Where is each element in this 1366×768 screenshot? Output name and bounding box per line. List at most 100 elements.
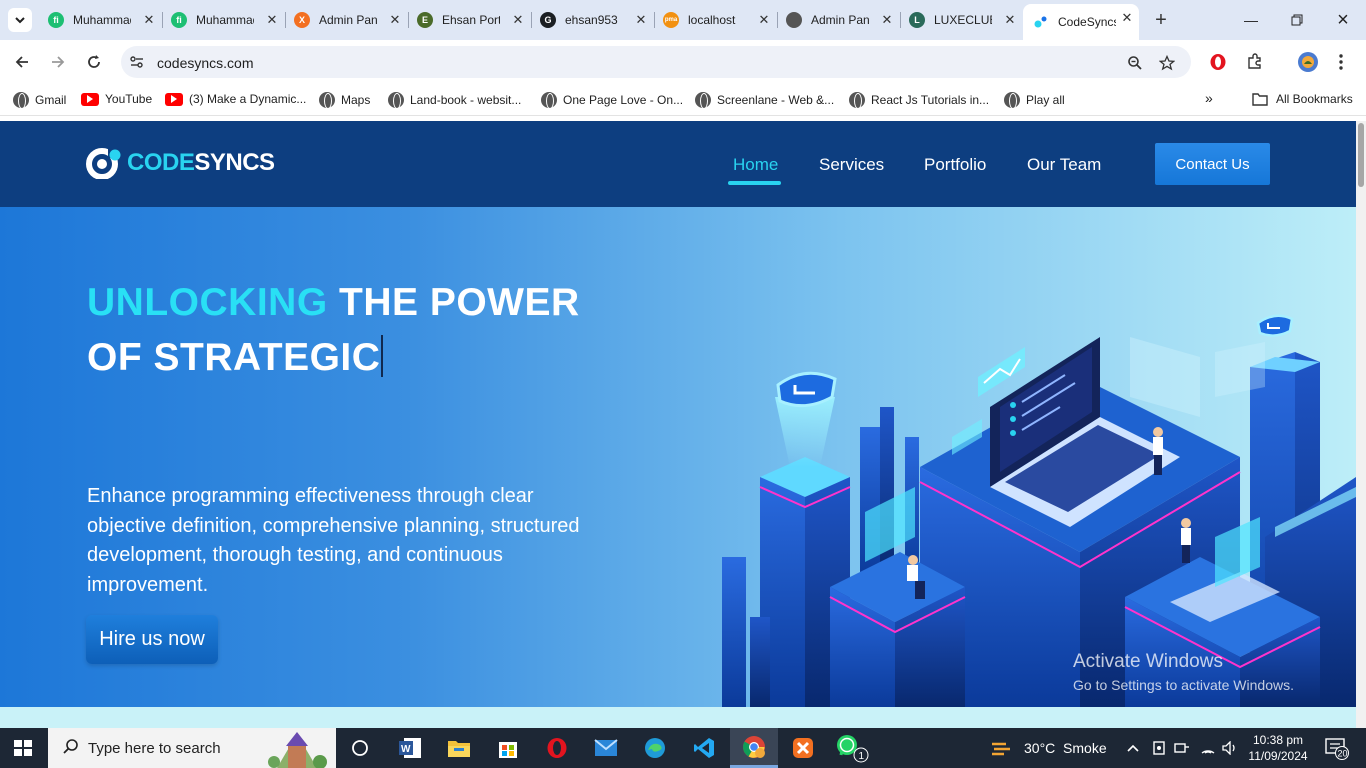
taskbar-file-explorer[interactable]: [435, 728, 483, 768]
tab-search-button[interactable]: [8, 8, 32, 32]
bookmark-item[interactable]: React Js Tutorials in...: [849, 92, 989, 109]
page-scrollbar[interactable]: [1356, 121, 1366, 728]
chrome-menu-icon[interactable]: [1331, 52, 1351, 72]
close-window-button[interactable]: ×: [1333, 9, 1353, 31]
bookmark-label: Maps: [341, 93, 371, 107]
opera-extension-icon[interactable]: [1208, 52, 1228, 72]
nav-active-indicator: [728, 181, 781, 185]
bookmark-item[interactable]: Gmail: [13, 92, 67, 109]
globe-icon: [541, 92, 557, 109]
nav-services[interactable]: Services: [819, 155, 884, 175]
chevron-down-icon: [15, 17, 25, 24]
bookmark-item[interactable]: Land-book - websit...: [388, 92, 521, 109]
reload-icon: [88, 55, 100, 68]
bookmark-star-icon[interactable]: [1158, 54, 1176, 72]
isometric-server-illustration: [722, 314, 1356, 707]
taskbar-word[interactable]: W: [386, 728, 434, 768]
tab-title: Muhammad Ehsan: [73, 13, 131, 27]
bookmark-item[interactable]: Screenlane - Web &...: [695, 92, 834, 109]
browser-tab[interactable]: fi Muhammad Ehsan ✕: [171, 6, 284, 34]
tray-volume-icon[interactable]: [1222, 728, 1238, 768]
tray-wifi-icon[interactable]: [1200, 728, 1216, 768]
url-text[interactable]: codesyncs.com: [157, 55, 253, 71]
vscode-icon: [694, 738, 714, 758]
taskbar-vscode[interactable]: [680, 728, 728, 768]
tray-network-icon[interactable]: [1174, 728, 1190, 768]
close-tab-icon[interactable]: ✕: [510, 12, 526, 28]
folder-icon: [1252, 93, 1268, 106]
taskbar-clock[interactable]: 10:38 pm 11/09/2024: [1244, 732, 1312, 764]
bookmark-label: (3) Make a Dynamic...: [189, 92, 307, 106]
close-tab-icon[interactable]: ✕: [264, 12, 280, 28]
bookmark-item[interactable]: Maps: [319, 92, 371, 109]
browser-tab[interactable]: pma localhost ✕: [663, 6, 776, 34]
close-tab-icon[interactable]: ✕: [756, 12, 772, 28]
address-bar[interactable]: codesyncs.com: [121, 46, 1191, 78]
tab-separator: [285, 12, 286, 28]
forward-button[interactable]: [46, 50, 70, 74]
notification-center-button[interactable]: 20: [1324, 728, 1350, 768]
taskbar-mail[interactable]: [582, 728, 630, 768]
hire-us-button[interactable]: Hire us now: [86, 615, 218, 664]
headline-accent: UNLOCKING: [87, 281, 328, 324]
browser-tab[interactable]: Gehsan953 ✕: [540, 6, 653, 34]
scrollbar-thumb[interactable]: [1358, 123, 1364, 187]
tray-meet-icon[interactable]: [1152, 728, 1166, 768]
bookmark-label: Play all: [1026, 93, 1065, 107]
bookmark-item[interactable]: Play all: [1004, 92, 1065, 109]
browser-tab[interactable]: E Ehsan Portfolio ✕: [417, 6, 530, 34]
bookmark-item[interactable]: YouTube: [81, 92, 152, 106]
tab-title: Admin Panel: [319, 13, 377, 27]
bookmark-label: Gmail: [35, 93, 67, 107]
profile-avatar[interactable]: [1298, 52, 1318, 72]
close-tab-icon[interactable]: ✕: [141, 12, 157, 28]
bookmarks-overflow-button[interactable]: »: [1205, 90, 1213, 106]
extensions-icon[interactable]: [1245, 52, 1265, 72]
taskbar-search[interactable]: Type here to search: [48, 728, 336, 768]
weather-widget[interactable]: 30°C Smoke: [990, 728, 1107, 768]
browser-tab[interactable]: CodeSyncs ✕: [1023, 4, 1139, 40]
close-tab-icon[interactable]: ✕: [633, 12, 649, 28]
browser-tab[interactable]: fi Muhammad Ehsan ✕: [48, 6, 161, 34]
headline-rest: THE POWER: [327, 281, 580, 324]
restore-button[interactable]: [1287, 10, 1307, 30]
close-tab-icon[interactable]: ✕: [879, 12, 895, 28]
globe-icon: [388, 92, 404, 109]
taskbar-xampp[interactable]: [779, 728, 827, 768]
hero-headline: UNLOCKING THE POWER OF STRATEGIC: [87, 275, 580, 385]
new-tab-button[interactable]: +: [1150, 9, 1172, 31]
all-bookmarks-button[interactable]: All Bookmarks: [1252, 92, 1353, 106]
taskbar-chrome[interactable]: [730, 728, 778, 768]
site-logo[interactable]: CODESYNCS: [86, 147, 275, 180]
taskbar-edge[interactable]: [631, 728, 679, 768]
mail-icon: [594, 739, 618, 756]
minimize-button[interactable]: —: [1241, 10, 1261, 30]
taskbar-opera[interactable]: [533, 728, 581, 768]
reload-button[interactable]: [82, 50, 106, 74]
tab-title: CodeSyncs: [1058, 15, 1116, 29]
nav-home[interactable]: Home: [733, 155, 778, 175]
close-tab-icon[interactable]: ✕: [1119, 10, 1135, 26]
youtube-icon: [165, 92, 183, 106]
browser-tab[interactable]: X Admin Panel ✕: [294, 6, 407, 34]
weather-icon: [992, 742, 1010, 756]
tray-overflow-button[interactable]: [1127, 728, 1139, 768]
search-highlight-illustration-icon: [268, 732, 327, 768]
site-settings-icon[interactable]: [129, 54, 145, 70]
browser-tab[interactable]: Admin Panel ✕: [786, 6, 899, 34]
taskbar-store[interactable]: [484, 728, 532, 768]
close-tab-icon[interactable]: ✕: [387, 12, 403, 28]
zoom-icon[interactable]: [1126, 54, 1144, 72]
taskbar-whatsapp[interactable]: 1: [828, 728, 876, 768]
bookmark-item[interactable]: One Page Love - On...: [541, 92, 683, 109]
browser-tab[interactable]: L LUXECLUB ✕: [909, 6, 1022, 34]
close-tab-icon[interactable]: ✕: [1002, 12, 1018, 28]
nav-portfolio[interactable]: Portfolio: [924, 155, 986, 175]
back-button[interactable]: [10, 50, 34, 74]
start-button[interactable]: [14, 740, 32, 756]
task-view-button[interactable]: [336, 728, 384, 768]
contact-us-button[interactable]: Contact Us: [1155, 143, 1270, 185]
bookmark-item[interactable]: (3) Make a Dynamic...: [165, 92, 306, 106]
tab-title: localhost: [688, 13, 736, 27]
nav-our-team[interactable]: Our Team: [1027, 155, 1101, 175]
